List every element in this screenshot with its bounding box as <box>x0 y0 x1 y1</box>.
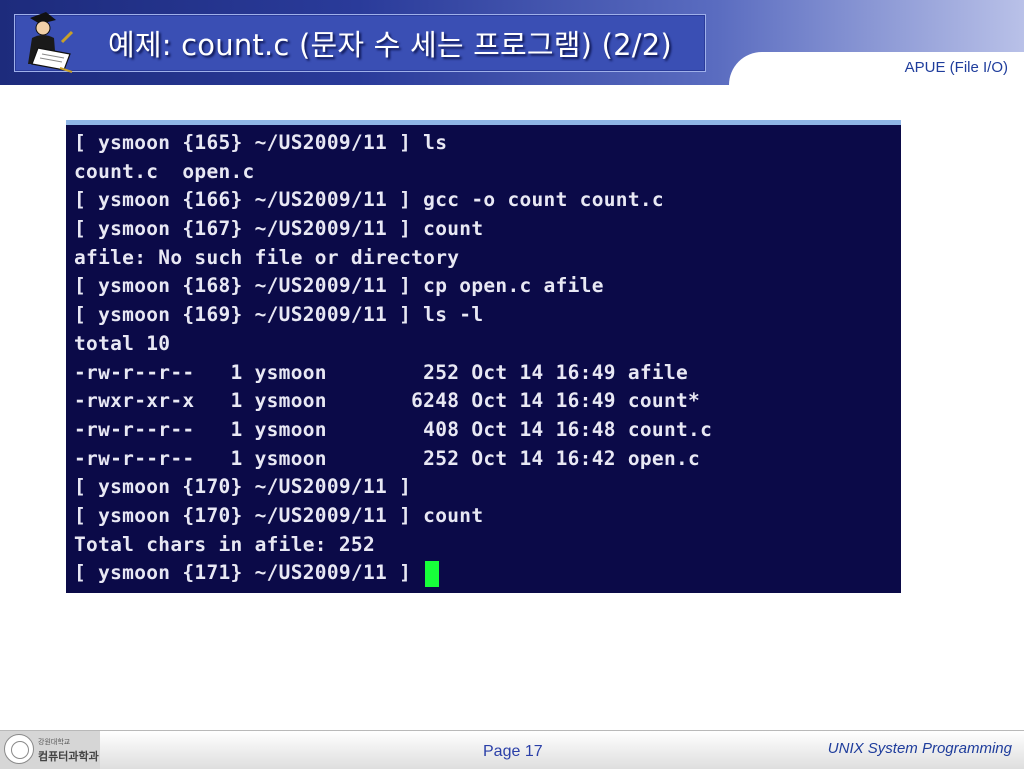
slide-footer: 강원대학교 컴퓨터과학과 Page 17 UNIX System Program… <box>0 730 1024 769</box>
course-name: UNIX System Programming <box>827 740 1012 757</box>
university-seal-icon <box>4 734 34 764</box>
terminal-line: [ ysmoon {166} ~/US2009/11 ] gcc -o coun… <box>74 188 664 212</box>
terminal-line: [ ysmoon {169} ~/US2009/11 ] ls -l <box>74 303 484 327</box>
terminal-prompt: [ ysmoon {171} ~/US2009/11 ] <box>74 561 424 585</box>
terminal-line: -rw-r--r-- 1 ysmoon 252 Oct 14 16:49 afi… <box>74 360 689 384</box>
terminal-line: -rwxr-xr-x 1 ysmoon 6248 Oct 14 16:49 co… <box>74 389 701 413</box>
university-name: 강원대학교 <box>38 738 71 746</box>
university-logo: 강원대학교 컴퓨터과학과 <box>0 731 100 769</box>
man-reading-notebook-icon <box>28 12 74 73</box>
terminal-prompt-line: [ ysmoon {171} ~/US2009/11 ] <box>74 559 901 588</box>
terminal-line: afile: No such file or directory <box>74 245 460 269</box>
terminal-line: Total chars in afile: 252 <box>74 532 375 556</box>
slide-title: 예제: count.c (문자 수 세는 프로그램) (2/2) <box>108 28 672 62</box>
terminal-line: count.c open.c <box>74 159 255 183</box>
terminal-line: [ ysmoon {167} ~/US2009/11 ] count <box>74 217 484 241</box>
terminal-line: [ ysmoon {170} ~/US2009/11 ] count <box>74 503 484 527</box>
terminal-line: [ ysmoon {165} ~/US2009/11 ] ls <box>74 131 448 154</box>
terminal-line: -rw-r--r-- 1 ysmoon 408 Oct 14 16:48 cou… <box>74 417 713 441</box>
terminal-line: [ ysmoon {168} ~/US2009/11 ] cp open.c a… <box>74 274 604 298</box>
terminal-screenshot: [ ysmoon {165} ~/US2009/11 ] ls count.c … <box>66 120 901 593</box>
slide-header: 예제: count.c (문자 수 세는 프로그램) (2/2) APUE (F… <box>0 0 1024 85</box>
terminal-line: total 10 <box>74 331 171 355</box>
terminal-line: [ ysmoon {170} ~/US2009/11 ] <box>74 475 412 499</box>
subject-tag: APUE (File I/O) <box>904 59 1008 76</box>
terminal-line: -rw-r--r-- 1 ysmoon 252 Oct 14 16:42 ope… <box>74 446 701 470</box>
department-name: 컴퓨터과학과 <box>38 750 99 763</box>
terminal-cursor <box>425 560 440 587</box>
page-number: Page 17 <box>483 743 543 760</box>
